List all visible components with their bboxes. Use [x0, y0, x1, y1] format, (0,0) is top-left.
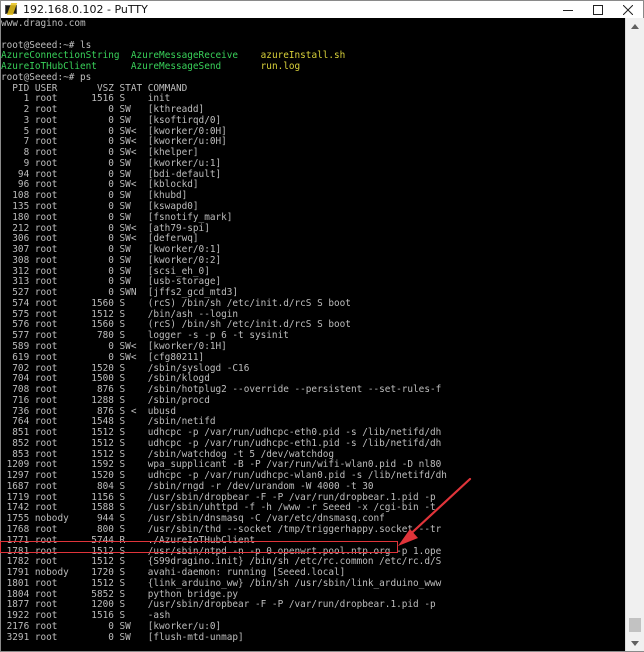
terminal-text-segment: 1877 root 1200 S /usr/sbin/dropbear -F -…	[1, 599, 436, 611]
scroll-up-icon[interactable]	[626, 18, 644, 34]
terminal-text-segment: 1804 root 5852 S python bridge.py	[1, 588, 239, 600]
terminal-text-segment: www.dragino.com	[1, 18, 86, 29]
terminal-text-segment: AzureMessageSend	[130, 61, 222, 73]
terminal-text-segment: 589 root 0 SW< [kworker/0:1H]	[1, 340, 227, 352]
terminal-text-segment: 1 root 1516 S init	[1, 93, 171, 105]
terminal-text-segment: PID USER VSZ STAT COMMAND	[1, 82, 188, 94]
terminal-text-segment: 1297 root 1520 S udhcpc -p /var/run/udhc…	[1, 470, 447, 482]
terminal-text-segment: 312 root 0 SW [scsi_eh_0]	[1, 265, 210, 277]
terminal-text-segment: 851 root 1512 S udhcpc -p /var/run/udhcp…	[1, 427, 442, 439]
terminal-text-segment: 619 root 0 SW< [cfg80211]	[1, 351, 205, 363]
terminal-text-segment: azureInstall.sh	[260, 50, 346, 62]
terminal-text-segment: run.log	[260, 61, 301, 73]
terminal-text-segment: 212 root 0 SW< [ath79-spi]	[1, 222, 210, 234]
terminal-text-segment: 1742 root 1588 S /usr/sbin/uhttpd -f -h …	[1, 502, 436, 514]
terminal-text-segment: 527 root 0 SWN [jffs2_gcd_mtd3]	[1, 287, 239, 299]
terminal-text-segment: 1768 root 800 S /usr/sbin/thd --socket /…	[1, 523, 442, 535]
terminal-text-segment: 1801 root 1512 S {link_arduino_ww} /bin/…	[1, 577, 442, 589]
terminal-text-segment: 96 root 0 SW< [kblockd]	[1, 179, 199, 191]
terminal-text-segment: 853 root 1512 S /sbin/watchdog -t 5 /dev…	[1, 448, 335, 460]
terminal-text-segment: 708 root 876 S /sbin/hotplug2 --override…	[1, 384, 442, 396]
terminal-screen[interactable]: www.dragino.com root@Seeed:~# ls AzureConn…	[1, 18, 625, 651]
terminal-text-segment: 306 root 0 SW< [deferwq]	[1, 233, 199, 245]
minimize-icon[interactable]	[553, 1, 583, 18]
terminal-text-segment: 7 root 0 SW< [kworker/u:0H]	[1, 136, 227, 148]
terminal-text-segment: 108 root 0 SW [khubd]	[1, 190, 188, 202]
terminal-text-segment: root@Seeed:~# ls	[1, 39, 92, 51]
terminal-text-segment: 2 root 0 SW [kthreadd]	[1, 104, 205, 116]
terminal-text-segment: 702 root 1520 S /sbin/syslogd -C16	[1, 362, 250, 374]
putty-icon[interactable]	[5, 2, 18, 16]
terminal-text-segment: 307 root 0 SW [kworker/0:1]	[1, 244, 222, 256]
terminal-text-segment: 8 root 0 SW< [khelper]	[1, 147, 199, 159]
terminal-text-segment: 1719 root 1156 S /usr/sbin/dropbear -F -…	[1, 491, 436, 503]
terminal-text-segment: 764 root 1548 S /sbin/netifd	[1, 416, 216, 428]
window-title: 192.168.0.102 - PuTTY	[23, 3, 148, 16]
terminal-text-segment: 704 root 1500 S /sbin/klogd	[1, 373, 210, 385]
terminal-text-segment: 1209 root 1592 S wpa_supplicant -B -P /v…	[1, 459, 442, 471]
terminal-line: www.dragino.com	[1, 18, 447, 30]
terminal-text-segment: 575 root 1512 S /bin/ash --login	[1, 308, 239, 320]
window-controls	[553, 1, 643, 18]
terminal-text-segment: root@Seeed:~# ps	[1, 71, 92, 83]
maximize-icon[interactable]	[583, 1, 613, 18]
terminal-text-segment: AzureConnectionString	[1, 50, 120, 62]
terminal-text-segment: 1922 root 1516 S -ash	[1, 610, 171, 622]
terminal-text-segment: 736 root 876 S < ubusd	[1, 405, 176, 417]
terminal-text-segment: 1782 root 1512 S {S99dragino.init} /bin/…	[1, 556, 442, 568]
annotation-highlight-box	[0, 541, 398, 553]
terminal-text-segment: 576 root 1560 S (rcS) /bin/sh /etc/init.…	[1, 319, 351, 331]
terminal-text-segment: 9 root 0 SW [kworker/u:1]	[1, 157, 222, 169]
title-bar[interactable]: 192.168.0.102 - PuTTY	[1, 1, 643, 18]
terminal-text-segment: 3291 root 0 SW [flush-mtd-unmap]	[1, 631, 244, 643]
terminal-text-segment: 852 root 1512 S udhcpc -p /var/run/udhcp…	[1, 437, 442, 449]
terminal-line: 3291 root 0 SW [flush-mtd-unmap]	[1, 631, 447, 644]
terminal-text-segment: 1755 nobody 944 S /usr/sbin/dnsmasq -C /…	[1, 513, 385, 525]
terminal-text-segment: 1687 root 804 S /sbin/rngd -r /dev/urand…	[1, 480, 374, 492]
terminal-text-segment: 5 root 0 SW< [kworker/0:0H]	[1, 125, 227, 137]
close-icon[interactable]	[613, 1, 643, 18]
terminal-text-segment: 574 root 1560 S (rcS) /bin/sh /etc/init.…	[1, 297, 351, 309]
terminal-text-segment: 180 root 0 SW [fsnotify_mark]	[1, 211, 233, 223]
scrollbar-thumb[interactable]	[629, 618, 641, 632]
scroll-down-icon[interactable]	[626, 635, 644, 651]
terminal-text-segment: 135 root 0 SW [kswapd0]	[1, 201, 199, 213]
terminal-text-segment: 577 root 780 S logger -s -p 6 -t sysinit	[1, 330, 289, 342]
terminal-text-segment: 2176 root 0 SW [kworker/u:0]	[1, 620, 222, 632]
terminal-text-segment: 3 root 0 SW [ksoftirqd/0]	[1, 114, 222, 126]
terminal-text-segment: 1791 nobody 1720 S avahi-daemon: running…	[1, 567, 346, 579]
vertical-scrollbar[interactable]	[625, 18, 644, 651]
terminal-text-segment: AzureMessageReceive	[130, 50, 239, 62]
terminal-text-segment: AzureIoTHubClient	[1, 61, 97, 73]
putty-window: 192.168.0.102 - PuTTY www.dragino.com roo…	[0, 0, 644, 652]
terminal-text-segment: 94 root 0 SW [bdi-default]	[1, 168, 222, 180]
terminal-text-segment: 308 root 0 SW [kworker/0:2]	[1, 254, 222, 266]
terminal-text-segment: 716 root 1288 S /sbin/procd	[1, 394, 210, 406]
terminal-text-segment: 313 root 0 SW [usb-storage]	[1, 276, 222, 288]
